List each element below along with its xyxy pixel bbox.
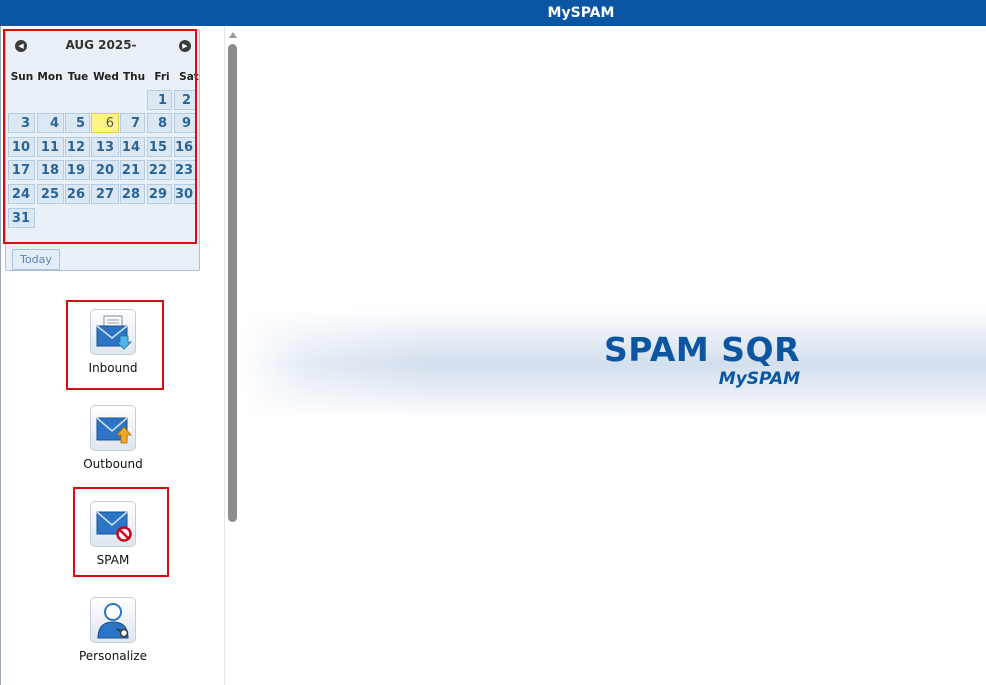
weekday-header: Tue [67,71,89,83]
calendar-day[interactable]: 18 [37,160,64,180]
weekday-header: Fri [154,71,170,83]
calendar-day[interactable]: 28 [120,184,145,204]
calendar-day[interactable]: 2 [174,90,196,110]
sidebar-divider [224,26,225,685]
menu-spam[interactable]: SPAM [58,501,168,567]
brand-banner: SPAM SQR MySPAM [241,308,986,420]
calendar-day[interactable]: 9 [174,113,196,133]
menu-personalize-label: Personalize [78,649,148,663]
calendar-day[interactable]: 14 [120,137,145,157]
calendar-day[interactable]: 29 [147,184,172,204]
inbound-mail-icon [90,309,136,355]
menu-inbound[interactable]: Inbound [58,309,168,375]
weekday-header: Mon [37,71,63,83]
calendar-day[interactable]: 7 [120,113,145,133]
scroll-thumb[interactable] [228,44,237,522]
calendar-day[interactable]: 22 [147,160,172,180]
calendar-month-label[interactable]: AUG 2025- [51,38,151,52]
calendar-day-selected[interactable]: 6 [91,113,119,133]
main-content: SPAM SQR MySPAM [241,26,986,685]
chevron-left-circle-icon[interactable]: ◀ [15,40,27,52]
calendar-day[interactable]: 30 [174,184,196,204]
today-button[interactable]: Today [12,249,60,270]
calendar-day[interactable]: 31 [8,208,35,228]
user-settings-icon [90,597,136,643]
app-header: MySPAM [0,0,986,26]
calendar-widget: ◀ AUG 2025- ▶ Sun Mon Tue Wed Thu Fri Sat 1234… [5,30,200,271]
calendar-day[interactable]: 26 [65,184,90,204]
calendar-day[interactable]: 12 [65,137,90,157]
scroll-up-arrow-icon[interactable] [229,32,237,38]
outbound-mail-icon [90,405,136,451]
calendar-day[interactable]: 5 [65,113,90,133]
weekday-header: Sat [179,71,199,83]
menu-inbound-label: Inbound [88,361,138,375]
menu-outbound-label: Outbound [83,457,143,471]
menu-spam-label: SPAM [96,553,130,567]
calendar-day[interactable]: 20 [91,160,119,180]
calendar-day[interactable]: 17 [8,160,35,180]
banner-title: SPAM SQR [603,330,800,369]
calendar-day[interactable]: 15 [147,137,172,157]
calendar-day[interactable]: 24 [8,184,35,204]
calendar-day[interactable]: 3 [8,113,35,133]
menu-outbound[interactable]: Outbound [58,405,168,471]
weekday-header: Thu [122,71,146,83]
calendar-day[interactable]: 27 [91,184,119,204]
calendar-divider [8,242,197,243]
spam-mail-icon [90,501,136,547]
calendar-day[interactable]: 19 [65,160,90,180]
sidebar-scrollbar[interactable] [226,30,240,685]
calendar-day[interactable]: 25 [37,184,64,204]
calendar-day[interactable]: 4 [37,113,64,133]
chevron-right-circle-icon[interactable]: ▶ [179,40,191,52]
calendar-day[interactable]: 16 [174,137,196,157]
calendar-day[interactable]: 8 [147,113,172,133]
calendar-day[interactable]: 10 [8,137,35,157]
weekday-header: Wed [93,71,119,83]
calendar-day[interactable]: 11 [37,137,64,157]
banner-subtitle: MySPAM [718,369,800,389]
weekday-header: Sun [10,71,34,83]
calendar-header: ◀ AUG 2025- ▶ [6,31,201,61]
menu-personalize[interactable]: Personalize [58,597,168,663]
calendar-day[interactable]: 13 [91,137,119,157]
calendar-day[interactable]: 1 [147,90,172,110]
calendar-day[interactable]: 21 [120,160,145,180]
app-title: MySPAM [547,5,615,21]
sidebar: ◀ AUG 2025- ▶ Sun Mon Tue Wed Thu Fri Sat 1234… [1,26,226,685]
calendar-day[interactable]: 23 [174,160,196,180]
